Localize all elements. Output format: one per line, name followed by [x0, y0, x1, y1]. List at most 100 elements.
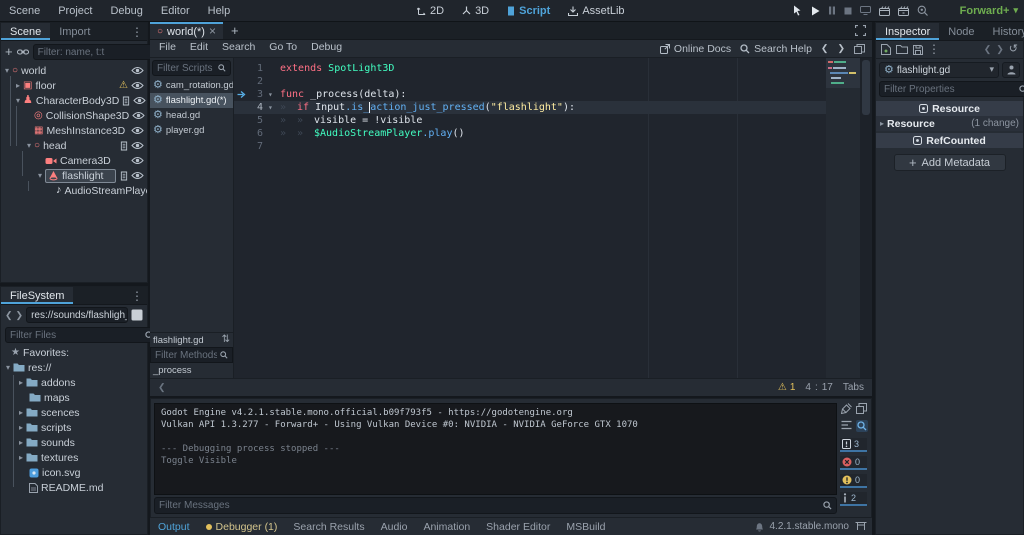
tab-scene[interactable]: Scene	[1, 23, 51, 40]
edited-script-dropdown[interactable]: flashlight.gd	[879, 62, 999, 78]
scene-tab-world[interactable]: world(*)	[150, 22, 223, 39]
history-back-icon[interactable]	[821, 43, 829, 54]
tree-row-flashlight[interactable]: flashlight	[1, 168, 147, 183]
filter-messages-input[interactable]	[159, 500, 820, 511]
fs-row-scripts[interactable]: scripts	[1, 420, 147, 435]
tree-row-camera3d[interactable]: Camera3D	[1, 153, 147, 168]
scene-dock-menu-icon[interactable]	[127, 23, 147, 40]
inspect-object-button[interactable]	[1002, 62, 1020, 78]
clear-output-icon[interactable]	[841, 403, 852, 414]
expand-icon[interactable]	[19, 377, 23, 388]
visibility-eye-icon[interactable]	[132, 111, 145, 120]
visibility-eye-icon[interactable]	[131, 81, 144, 90]
movie-maker-icon[interactable]	[917, 5, 928, 16]
search-help-button[interactable]: Search Help	[740, 43, 812, 55]
fold-icon[interactable]	[268, 103, 280, 113]
tree-row-audiostreamplayer[interactable]: AudioStreamPlayer	[1, 183, 148, 198]
vertical-scrollbar[interactable]	[860, 58, 872, 378]
tab-history[interactable]: History	[984, 23, 1024, 40]
expand-icon[interactable]	[19, 407, 23, 418]
pause-button[interactable]	[828, 6, 836, 15]
collapse-icon[interactable]	[38, 170, 42, 181]
save-resource-icon[interactable]	[913, 44, 923, 55]
nav-back-icon[interactable]	[5, 310, 13, 321]
tab-filesystem[interactable]: FileSystem	[1, 287, 74, 304]
visibility-eye-icon[interactable]	[131, 171, 144, 180]
section-header-resource[interactable]: Resource	[876, 101, 1023, 116]
instance-scene-button[interactable]	[16, 48, 29, 56]
tab-node[interactable]: Node	[939, 23, 983, 40]
visibility-eye-icon[interactable]	[131, 141, 144, 150]
script-attached-icon[interactable]	[122, 96, 130, 106]
menu-help[interactable]: Help	[199, 0, 240, 22]
code-minimap[interactable]	[826, 58, 860, 378]
expand-icon[interactable]	[19, 422, 23, 433]
script-item-flashlight[interactable]: flashlight.gd(*)	[150, 93, 233, 108]
method-item-process[interactable]: _process	[150, 363, 233, 378]
expand-icon[interactable]	[19, 452, 23, 463]
menu-debug[interactable]: Debug	[101, 0, 151, 22]
renderer-dropdown[interactable]: Forward+	[960, 0, 1018, 22]
fs-row-readme[interactable]: README.md	[1, 480, 147, 495]
tree-row-floor[interactable]: floor	[1, 78, 147, 93]
tab-debugger[interactable]: Debugger (1)	[198, 521, 286, 533]
online-docs-button[interactable]: Online Docs	[659, 43, 731, 55]
fs-row-icon-svg[interactable]: icon.svg	[1, 465, 147, 480]
collapse-icon[interactable]	[27, 140, 31, 151]
resource-property-row[interactable]: Resource (1 change)	[876, 116, 1023, 131]
filter-methods-input[interactable]	[155, 349, 217, 361]
fs-row-sounds[interactable]: sounds	[1, 435, 147, 450]
tree-row-head[interactable]: head	[1, 138, 147, 153]
code-editor[interactable]: 1extends SpotLight3D 2 3func _process(de…	[234, 58, 872, 378]
workspace-2d-button[interactable]: 2D	[410, 0, 451, 22]
info-filter-badge[interactable]: 2	[840, 492, 867, 506]
add-node-button[interactable]	[5, 45, 13, 59]
expand-bottom-panel-icon[interactable]	[855, 522, 867, 531]
load-resource-icon[interactable]	[896, 45, 908, 54]
notification-bell-icon[interactable]	[755, 522, 764, 532]
tab-output[interactable]: Output	[150, 521, 198, 533]
script-item-cam-rotation[interactable]: cam_rotation.gd	[150, 78, 233, 93]
new-resource-icon[interactable]	[881, 44, 891, 55]
workspace-3d-button[interactable]: 3D	[455, 0, 496, 22]
inspector-back-icon[interactable]	[984, 44, 992, 55]
fs-row-res-root[interactable]: res://	[1, 360, 147, 375]
current-path-field[interactable]: res://sounds/flashligh_butt	[26, 307, 128, 323]
messages-filter-badge[interactable]: 3	[840, 438, 867, 452]
menu-editor[interactable]: Editor	[152, 0, 199, 22]
tab-shader-editor[interactable]: Shader Editor	[478, 521, 558, 533]
tab-search-results[interactable]: Search Results	[285, 521, 372, 533]
scrollbar-thumb[interactable]	[862, 60, 870, 115]
tab-audio[interactable]: Audio	[373, 521, 416, 533]
errors-filter-badge[interactable]: 0	[840, 456, 867, 470]
workspace-script-button[interactable]: Script	[500, 0, 557, 22]
expand-icon[interactable]	[19, 437, 23, 448]
filter-properties-input[interactable]	[884, 83, 1016, 95]
warning-counter[interactable]: 1	[778, 382, 796, 393]
script-item-head[interactable]: head.gd	[150, 108, 233, 123]
scroll-left-icon[interactable]	[158, 383, 166, 393]
menu-project[interactable]: Project	[49, 0, 101, 22]
script-menu-debug[interactable]: Debug	[304, 38, 349, 60]
stop-button[interactable]	[844, 7, 852, 15]
collapse-icon[interactable]	[16, 95, 20, 106]
tree-row-meshinstance3d[interactable]: MeshInstance3D	[1, 123, 147, 138]
tab-msbuild[interactable]: MSBuild	[558, 521, 613, 533]
script-item-player[interactable]: player.gd	[150, 123, 233, 138]
resource-extra-menu-icon[interactable]	[928, 43, 940, 56]
copy-output-icon[interactable]	[856, 403, 867, 414]
tree-row-collisionshape3d[interactable]: CollisionShape3D	[1, 108, 147, 123]
visibility-eye-icon[interactable]	[131, 156, 144, 165]
script-menu-goto[interactable]: Go To	[262, 38, 304, 60]
indent-type-label[interactable]: Tabs	[843, 382, 864, 393]
console-log[interactable]: Godot Engine v4.2.1.stable.mono.official…	[154, 403, 837, 495]
new-scene-tab-button[interactable]	[223, 22, 247, 39]
fold-icon[interactable]	[268, 90, 280, 100]
search-messages-icon[interactable]	[855, 420, 868, 432]
play-custom-scene-button[interactable]	[898, 5, 909, 16]
fs-row-favorites[interactable]: Favorites:	[1, 345, 147, 360]
history-icon[interactable]	[1009, 44, 1018, 55]
fs-row-textures[interactable]: textures	[1, 450, 147, 465]
play-button[interactable]	[811, 6, 820, 16]
script-attached-icon[interactable]	[120, 141, 128, 151]
